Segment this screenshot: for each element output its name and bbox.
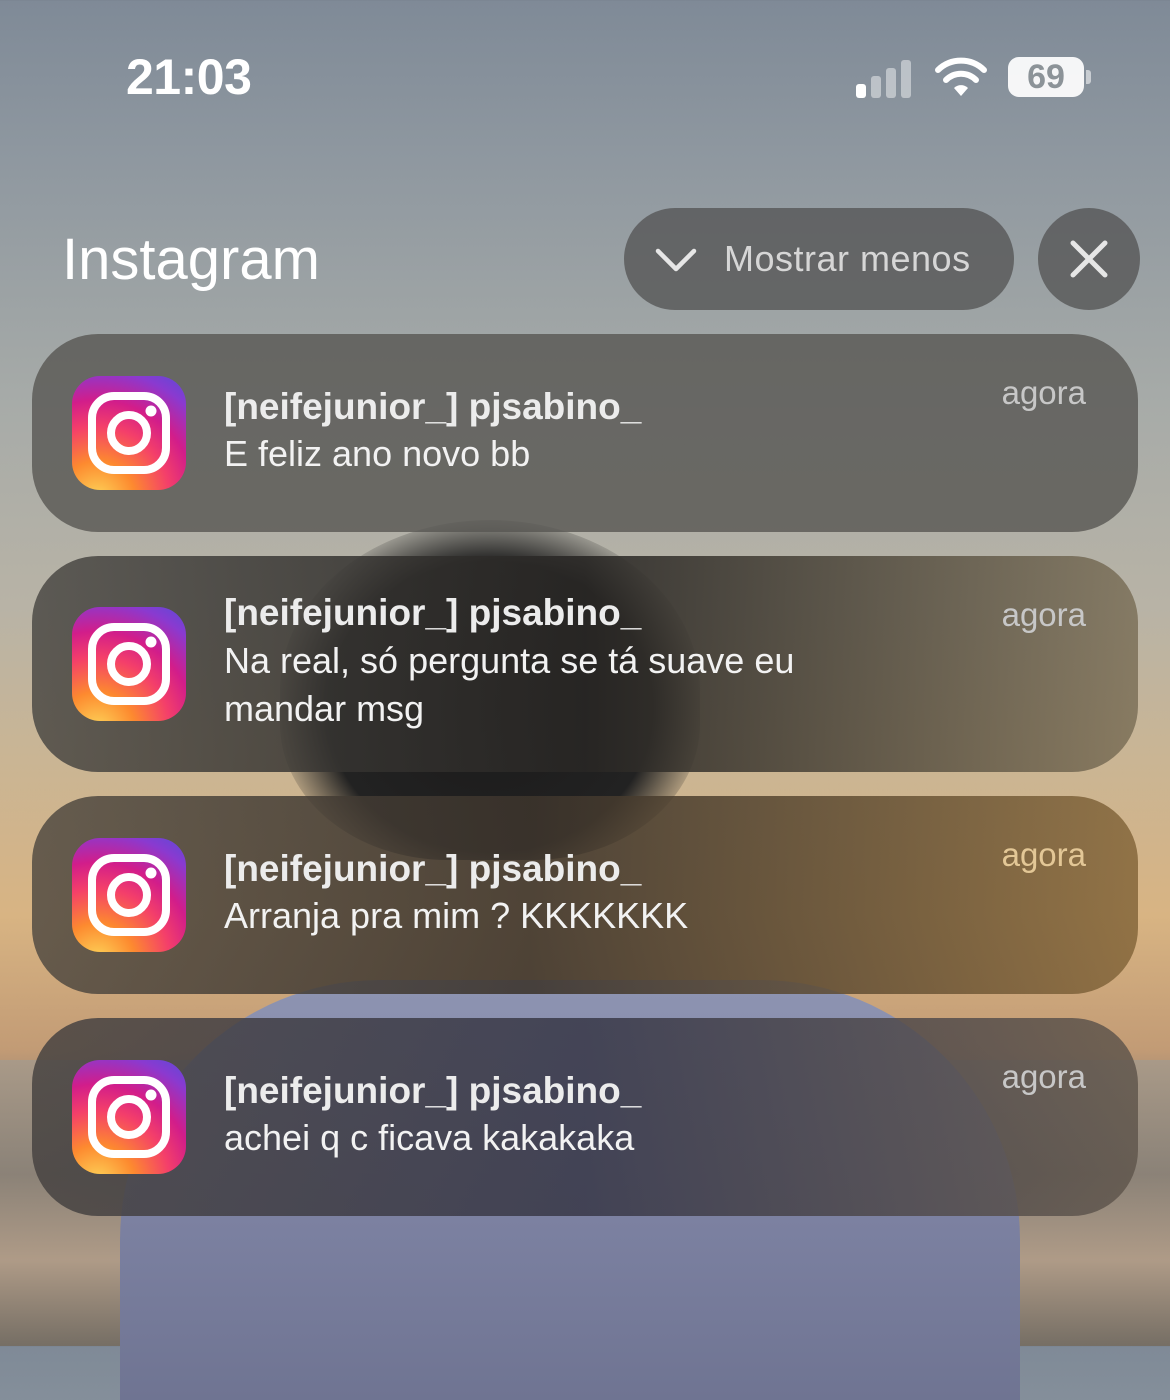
show-less-label: Mostrar menos [724, 238, 971, 279]
notification-time: agora [1001, 1058, 1086, 1095]
notification-title: [neifejunior_] pjsabino_ [224, 848, 642, 889]
notification-title: [neifejunior_] pjsabino_ [224, 386, 642, 427]
group-app-name: Instagram [62, 227, 320, 292]
show-less-button[interactable]: Mostrar menos [624, 208, 1014, 310]
notification-card[interactable]: [neifejunior_] pjsabino_ Na real, só per… [32, 556, 1138, 772]
notification-body: E feliz ano novo bb [224, 433, 531, 474]
instagram-icon [72, 376, 186, 490]
notification-time: agora [1001, 596, 1086, 633]
notification-title: [neifejunior_] pjsabino_ [224, 1070, 642, 1111]
instagram-icon [72, 838, 186, 952]
status-time: 21:03 [126, 49, 252, 105]
close-icon [1070, 240, 1108, 278]
notification-body: Na real, só pergunta se tá suave eu mand… [224, 640, 795, 729]
notification-body: achei q c ficava kakakaka [224, 1117, 635, 1158]
notification-time: agora [1001, 374, 1086, 411]
wifi-icon [935, 57, 987, 96]
notification-card[interactable]: [neifejunior_] pjsabino_ E feliz ano nov… [32, 334, 1138, 532]
cellular-signal-icon [856, 58, 916, 98]
notification-card[interactable]: [neifejunior_] pjsabino_ achei q c ficav… [32, 1018, 1138, 1216]
battery-icon: 69 [1008, 57, 1084, 97]
instagram-icon [72, 1060, 186, 1174]
notification-title: [neifejunior_] pjsabino_ [224, 592, 642, 633]
clear-group-button[interactable] [1038, 208, 1140, 310]
notification-body: Arranja pra mim ? KKKKKKK [224, 895, 689, 936]
instagram-icon [72, 607, 186, 721]
battery-level: 69 [1027, 57, 1065, 96]
chevron-down-icon [655, 248, 697, 272]
notification-time: agora [1001, 836, 1086, 873]
battery-tip [1086, 70, 1091, 84]
notification-card[interactable]: [neifejunior_] pjsabino_ Arranja pra mim… [32, 796, 1138, 994]
